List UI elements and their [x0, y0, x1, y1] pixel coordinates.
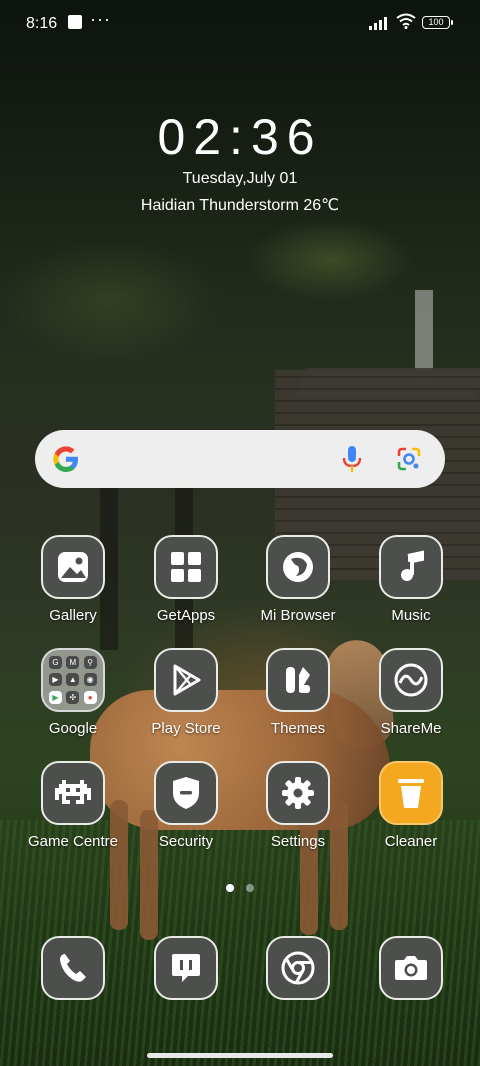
- chrome-icon[interactable]: [266, 936, 330, 1000]
- app-label: Cleaner: [384, 833, 438, 850]
- page-indicator-dot-active[interactable]: [226, 884, 234, 892]
- dock-phone[interactable]: [17, 936, 129, 1000]
- maps-mini-icon: ⚲: [83, 656, 97, 670]
- app-getapps[interactable]: GetApps: [130, 535, 242, 624]
- google-mini-icon: G: [49, 656, 62, 670]
- app-label: Mi Browser: [260, 607, 336, 624]
- app-label: Music: [391, 607, 431, 624]
- notification-square-icon: [68, 15, 82, 29]
- photos-mini-icon: ✣: [66, 690, 80, 704]
- app-settings[interactable]: Settings: [242, 761, 354, 850]
- weather-text[interactable]: Haidian Thunderstorm 26℃: [0, 195, 480, 215]
- play-store-icon[interactable]: [154, 648, 218, 712]
- clock-time[interactable]: 02:36: [0, 108, 480, 166]
- themes-icon[interactable]: [266, 648, 330, 712]
- game-centre-icon[interactable]: [41, 761, 105, 825]
- app-mi-browser[interactable]: Mi Browser: [242, 535, 354, 624]
- app-label: Security: [158, 833, 214, 850]
- app-label: Google: [48, 720, 98, 737]
- app-security[interactable]: Security: [130, 761, 242, 850]
- messages-icon[interactable]: [154, 936, 218, 1000]
- folder-google[interactable]: G M ⚲ ▶ ▲ ◉ ▶ ✣ ● Google: [17, 648, 129, 737]
- app-cleaner[interactable]: Cleaner: [355, 761, 467, 850]
- gallery-icon[interactable]: [41, 535, 105, 599]
- music-icon[interactable]: [379, 535, 443, 599]
- app-themes[interactable]: Themes: [242, 648, 354, 737]
- battery-nub: [451, 20, 453, 25]
- dock-camera[interactable]: [355, 936, 467, 1000]
- app-label: ShareMe: [380, 720, 442, 737]
- google-folder-icon[interactable]: G M ⚲ ▶ ▲ ◉ ▶ ✣ ●: [41, 648, 105, 712]
- wallpaper-tree-trunk: [415, 290, 433, 380]
- dock-chrome[interactable]: [242, 936, 354, 1000]
- microphone-icon[interactable]: [338, 444, 366, 474]
- google-logo-icon: [53, 446, 78, 472]
- google-lens-icon[interactable]: [395, 445, 423, 473]
- dock-messages[interactable]: [130, 936, 242, 1000]
- app-play-store[interactable]: Play Store: [130, 648, 242, 737]
- more-dots-icon: ···: [90, 9, 111, 29]
- cleaner-icon[interactable]: [379, 761, 443, 825]
- wifi-icon: [396, 13, 416, 29]
- gmail-mini-icon: M: [66, 656, 80, 670]
- youtube-music-mini-icon: ●: [83, 690, 97, 704]
- page-indicator-dot[interactable]: [246, 884, 254, 892]
- app-label: Settings: [270, 833, 326, 850]
- app-label: Game Centre: [27, 833, 119, 850]
- status-time: 8:16: [26, 15, 58, 32]
- app-game-centre[interactable]: Game Centre: [17, 761, 129, 850]
- camera-icon[interactable]: [379, 936, 443, 1000]
- app-shareme[interactable]: ShareMe: [355, 648, 467, 737]
- mi-browser-icon[interactable]: [266, 535, 330, 599]
- app-music[interactable]: Music: [355, 535, 467, 624]
- app-label: Play Store: [151, 720, 221, 737]
- signal-icon: [369, 17, 387, 30]
- status-bar: 8:16 ··· 100: [0, 0, 480, 46]
- app-label: GetApps: [156, 607, 216, 624]
- youtube-mini-icon: ▶: [49, 673, 62, 687]
- clock-date[interactable]: Tuesday,July 01: [0, 170, 480, 188]
- app-label: Themes: [270, 720, 326, 737]
- getapps-icon[interactable]: [154, 535, 218, 599]
- shareme-icon[interactable]: [379, 648, 443, 712]
- phone-icon[interactable]: [41, 936, 105, 1000]
- drive-mini-icon: ▲: [66, 673, 80, 687]
- security-icon[interactable]: [154, 761, 218, 825]
- google-search-bar[interactable]: [35, 430, 445, 488]
- play-mini-icon: ▶: [49, 690, 62, 704]
- app-gallery[interactable]: Gallery: [17, 535, 129, 624]
- home-gesture-bar[interactable]: [147, 1053, 333, 1058]
- lens-mini-icon: ◉: [83, 673, 97, 687]
- app-label: Gallery: [49, 607, 97, 624]
- settings-icon[interactable]: [266, 761, 330, 825]
- battery-icon: 100: [422, 16, 450, 29]
